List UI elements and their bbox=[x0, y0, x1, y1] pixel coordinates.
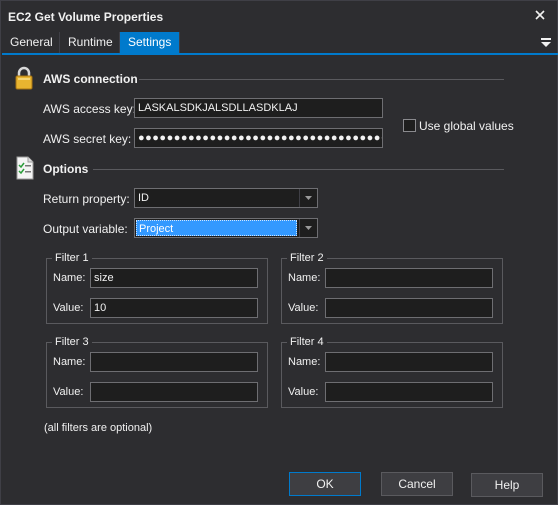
ok-button[interactable]: OK bbox=[289, 472, 361, 496]
filter-1-group: Filter 1 Name: size Value: 10 bbox=[46, 252, 268, 324]
filter-3-value-label: Value: bbox=[53, 386, 84, 398]
section-divider bbox=[139, 79, 504, 80]
filter-3-title: Filter 3 bbox=[52, 336, 92, 348]
filter-2-value-field[interactable] bbox=[325, 298, 493, 318]
dialog-window: EC2 Get Volume Properties General Runtim… bbox=[0, 0, 558, 505]
title-bar: EC2 Get Volume Properties bbox=[1, 1, 557, 32]
window-title: EC2 Get Volume Properties bbox=[8, 10, 164, 24]
tab-general[interactable]: General bbox=[2, 32, 60, 53]
checklist-icon bbox=[16, 156, 34, 180]
filter-3-name-label: Name: bbox=[53, 356, 86, 368]
filter-2-value-label: Value: bbox=[288, 302, 319, 314]
close-button[interactable] bbox=[531, 6, 549, 24]
filter-2-name-label: Name: bbox=[288, 272, 321, 284]
filter-4-group: Filter 4 Name: Value: bbox=[281, 336, 503, 408]
menu-icon[interactable] bbox=[540, 36, 552, 48]
filter-4-name-field[interactable] bbox=[325, 352, 493, 372]
tab-settings[interactable]: Settings bbox=[120, 32, 180, 53]
filter-2-name-field[interactable] bbox=[325, 268, 493, 288]
help-button[interactable]: Help bbox=[471, 473, 543, 497]
use-global-values-checkbox[interactable] bbox=[403, 119, 416, 132]
return-property-label: Return property: bbox=[43, 192, 130, 206]
filter-4-title: Filter 4 bbox=[287, 336, 327, 348]
use-global-values-label: Use global values bbox=[419, 119, 514, 133]
aws-access-key-label: AWS access key: bbox=[43, 102, 136, 116]
section-divider bbox=[93, 169, 504, 170]
lock-icon bbox=[15, 66, 33, 90]
filter-4-value-field[interactable] bbox=[325, 382, 493, 402]
cancel-button[interactable]: Cancel bbox=[381, 472, 453, 496]
tab-runtime[interactable]: Runtime bbox=[60, 32, 120, 53]
output-variable-label: Output variable: bbox=[43, 222, 128, 236]
aws-connection-heading: AWS connection bbox=[43, 72, 138, 86]
filter-2-group: Filter 2 Name: Value: bbox=[281, 252, 503, 324]
return-property-select[interactable]: ID bbox=[134, 188, 318, 208]
filter-3-group: Filter 3 Name: Value: bbox=[46, 336, 268, 408]
aws-secret-key-label: AWS secret key: bbox=[43, 132, 132, 146]
filter-1-title: Filter 1 bbox=[52, 252, 92, 264]
tab-strip: General Runtime Settings bbox=[2, 32, 558, 55]
filter-2-title: Filter 2 bbox=[287, 252, 327, 264]
aws-secret-key-field[interactable]: ●●●●●●●●●●●●●●●●●●●●●●●●●●●●●●●●●●●●●●●● bbox=[134, 128, 383, 148]
output-variable-select[interactable]: Project bbox=[134, 218, 318, 238]
filter-1-name-field[interactable]: size bbox=[90, 268, 258, 288]
filter-4-name-label: Name: bbox=[288, 356, 321, 368]
filter-1-value-label: Value: bbox=[53, 302, 84, 314]
close-icon bbox=[535, 10, 545, 20]
options-heading: Options bbox=[43, 162, 89, 176]
aws-access-key-field[interactable]: LASKALSDKJALSDLLASDKLAJ bbox=[134, 98, 383, 118]
filter-3-name-field[interactable] bbox=[90, 352, 258, 372]
output-variable-value: Project bbox=[136, 220, 297, 236]
filter-4-value-label: Value: bbox=[288, 386, 319, 398]
filter-3-value-field[interactable] bbox=[90, 382, 258, 402]
dropdown-arrow-icon[interactable] bbox=[299, 219, 317, 237]
filter-1-value-field[interactable]: 10 bbox=[90, 298, 258, 318]
dropdown-arrow-icon[interactable] bbox=[299, 189, 317, 207]
filter-1-name-label: Name: bbox=[53, 272, 86, 284]
filters-optional-note: (all filters are optional) bbox=[44, 422, 153, 434]
return-property-value: ID bbox=[138, 192, 149, 204]
